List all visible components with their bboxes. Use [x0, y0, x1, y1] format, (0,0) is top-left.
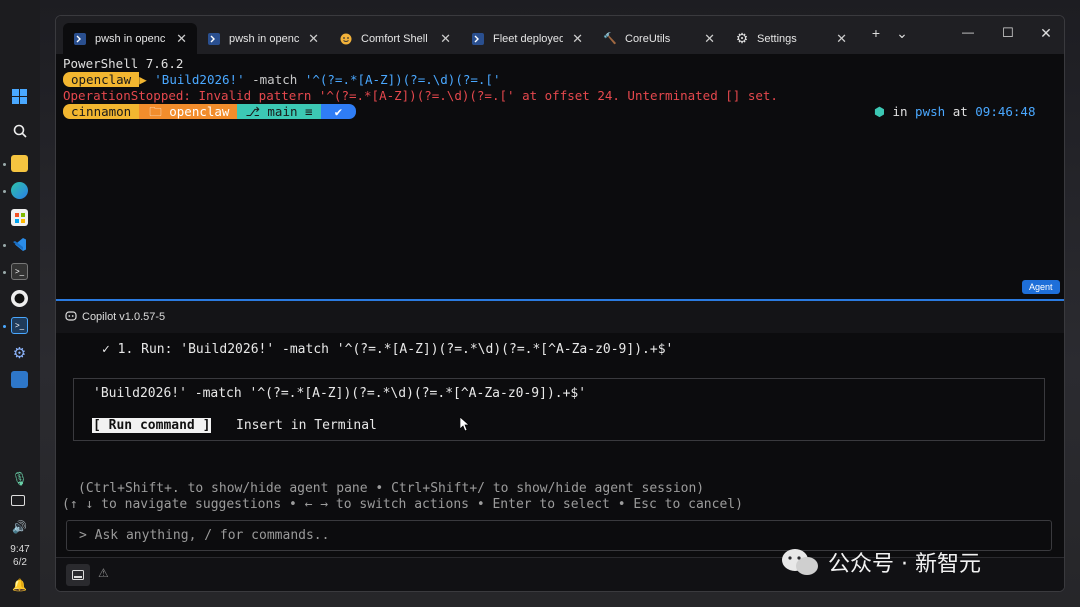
watermark-text: 公众号 · 新智元	[828, 552, 981, 577]
running-indicator	[3, 163, 6, 166]
file-explorer-icon[interactable]	[11, 155, 28, 172]
close-tab-icon[interactable]: ✕	[440, 31, 451, 47]
agent-badge[interactable]: Agent	[1022, 280, 1060, 294]
terminal-window: pwsh in openc ✕ pwsh in opencl ✕ Comfort…	[55, 15, 1065, 592]
notification-bell-icon[interactable]: 🔔	[11, 576, 28, 593]
terminal-output[interactable]: PowerShell 7.6.2 openclaw ▶ 'Build2026!' …	[56, 54, 1064, 299]
error-message: OperationStopped: Invalid pattern '^(?=.…	[63, 88, 778, 103]
powershell-icon	[207, 32, 221, 46]
powershell-banner: PowerShell 7.6.2	[63, 56, 184, 71]
mouse-cursor-icon	[459, 416, 470, 437]
prompt-status-segment: ✔	[320, 104, 357, 119]
command-pattern: '^(?=.*[A-Z])(?=.\d)(?=.['	[304, 72, 501, 87]
volume-icon[interactable]: 🔊	[11, 518, 28, 535]
prompt-user-segment: cinnamon	[63, 104, 140, 119]
tab-pwsh-openclaw-2[interactable]: pwsh in opencl ✕	[197, 23, 329, 54]
taskbar: >_ >_ ⚙ 🎙 🔊 9:47 6/2 🔔	[0, 0, 40, 607]
suggestion-box: 'Build2026!' -match '^(?=.*[A-Z])(?=.*\d…	[73, 378, 1045, 441]
command-operator: -match	[244, 72, 305, 87]
close-window-button[interactable]: ✕	[1031, 25, 1061, 42]
prompt-arrow: ▶	[139, 72, 155, 87]
prompt-folder-segment: 🗀 openclaw	[139, 104, 238, 119]
terminal-toggle-icon[interactable]	[66, 564, 90, 586]
running-indicator	[3, 244, 6, 247]
close-tab-icon[interactable]: ✕	[572, 31, 583, 47]
active-indicator	[3, 325, 6, 328]
run-command-button[interactable]: [ Run command ]	[92, 418, 212, 433]
start-icon[interactable]	[11, 88, 28, 105]
edge-icon[interactable]	[11, 182, 28, 199]
prompt-line-1: openclaw ▶ 'Build2026!' -match '^(?=.*[A-…	[63, 72, 500, 87]
desktop: >_ >_ ⚙ 🎙 🔊 9:47 6/2 🔔 pwsh in openc ✕ p…	[0, 0, 1080, 607]
github-icon[interactable]	[11, 290, 28, 307]
warning-icon[interactable]: ⚠	[98, 566, 109, 580]
prompt-git-segment: ⎇ main ≡	[237, 104, 321, 119]
command-string: 'Build2026!'	[154, 72, 245, 87]
tab-settings[interactable]: ⚙ Settings ✕	[725, 23, 857, 54]
smiley-icon	[339, 32, 353, 46]
clock-date[interactable]: 6/2	[0, 557, 40, 568]
tab-pwsh-openclaw-1[interactable]: pwsh in openc ✕	[63, 23, 197, 54]
prompt-line-2: cinnamon 🗀 openclaw ⎇ main ≡ ✔	[63, 104, 357, 119]
gear-icon: ⚙	[735, 30, 749, 46]
folder-icon: 🗀	[149, 104, 170, 119]
powershell-icon	[73, 32, 87, 46]
terminal-app-icon[interactable]: >_	[11, 263, 28, 280]
git-branch-icon: ⎇	[245, 104, 268, 119]
hammer-icon: 🔨	[603, 33, 617, 45]
settings-gear-icon[interactable]: ⚙	[11, 344, 28, 362]
close-tab-icon[interactable]: ✕	[704, 31, 715, 47]
tab-label: Fleet deployed	[493, 32, 563, 45]
tab-dropdown-button[interactable]: ⌄	[887, 25, 917, 42]
tab-label: Comfort Shell -	[361, 32, 431, 45]
tab-comfort-shell[interactable]: Comfort Shell - ✕	[329, 23, 461, 54]
store-icon[interactable]	[11, 209, 28, 226]
insert-in-terminal-button[interactable]: Insert in Terminal	[236, 418, 377, 433]
right-status: ⬢ in pwsh at 09:46:48	[874, 104, 1036, 119]
running-indicator	[3, 271, 6, 274]
display-icon[interactable]	[11, 495, 25, 506]
copilot-icon	[65, 310, 77, 324]
powershell-icon	[471, 32, 485, 46]
tab-bar: pwsh in openc ✕ pwsh in opencl ✕ Comfort…	[56, 16, 1064, 54]
hint-pane-shortcuts: (Ctrl+Shift+. to show/hide agent pane • …	[78, 481, 705, 496]
copilot-version: Copilot v1.0.57-5	[82, 311, 166, 323]
close-tab-icon[interactable]: ✕	[176, 31, 187, 47]
close-tab-icon[interactable]: ✕	[308, 31, 319, 47]
suggested-command: 'Build2026!' -match '^(?=.*[A-Z])(?=.*\d…	[93, 386, 587, 401]
tab-label: Settings	[757, 32, 797, 45]
copilot-header: Copilot v1.0.57-5	[56, 301, 1064, 333]
tab-coreutils[interactable]: 🔨 CoreUtils ✕	[593, 23, 725, 54]
close-tab-icon[interactable]: ✕	[836, 31, 847, 47]
shell-icon: ⬢	[874, 104, 893, 119]
watermark: 公众号 · 新智元	[780, 546, 981, 578]
prompt-dir-segment: openclaw	[63, 72, 140, 87]
tab-fleet-deployed[interactable]: Fleet deployed ✕	[461, 23, 593, 54]
photos-icon[interactable]	[11, 371, 28, 388]
search-icon[interactable]	[11, 122, 28, 139]
tab-label: pwsh in opencl	[229, 32, 299, 45]
vscode-icon[interactable]	[11, 236, 28, 253]
wechat-logo-icon	[782, 549, 818, 575]
microphone-icon[interactable]: 🎙	[11, 470, 28, 487]
maximize-button[interactable]: ☐	[993, 25, 1023, 41]
minimize-button[interactable]: —	[953, 25, 983, 39]
clock-time[interactable]: 9:47	[0, 544, 40, 555]
completed-step: ✓ 1. Run: 'Build2026!' -match '^(?=.*[A-…	[102, 342, 674, 357]
running-indicator	[3, 190, 6, 193]
tab-label: pwsh in openc	[95, 32, 165, 45]
tab-label: CoreUtils	[625, 32, 671, 45]
hint-navigation: (↑ ↓ to navigate suggestions • ← → to sw…	[62, 497, 743, 512]
windows-terminal-icon[interactable]: >_	[11, 317, 28, 334]
